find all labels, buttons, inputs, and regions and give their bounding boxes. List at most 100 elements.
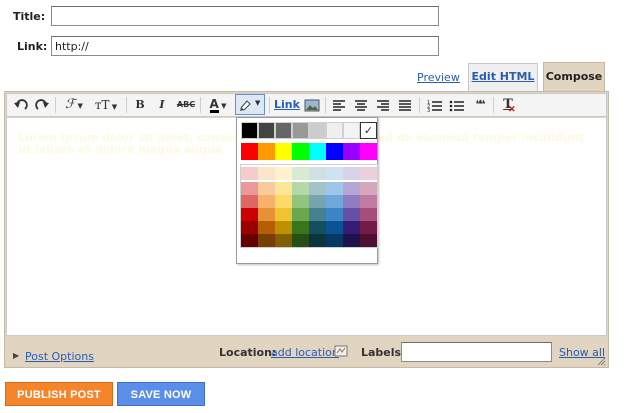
- color-swatch-gray[interactable]: [343, 122, 360, 139]
- toolbar-separator: [269, 97, 270, 113]
- remove-formatting-button[interactable]: T ✕: [499, 96, 517, 115]
- link-button[interactable]: Link: [274, 96, 300, 114]
- color-swatch[interactable]: [258, 167, 275, 180]
- color-swatch[interactable]: [360, 221, 377, 234]
- color-swatch[interactable]: [258, 208, 275, 221]
- italic-button[interactable]: I: [154, 96, 170, 114]
- text-color-button[interactable]: A ▼: [204, 96, 232, 114]
- color-swatch-bright[interactable]: [292, 143, 309, 160]
- color-swatch-gray[interactable]: [309, 122, 326, 139]
- color-swatch-bright[interactable]: [258, 143, 275, 160]
- color-swatch[interactable]: [309, 182, 326, 195]
- color-swatch[interactable]: [275, 195, 292, 208]
- color-swatch[interactable]: [292, 234, 309, 247]
- color-swatch[interactable]: [292, 195, 309, 208]
- color-swatch-bright[interactable]: [309, 143, 326, 160]
- color-swatch[interactable]: [275, 234, 292, 247]
- add-location-link[interactable]: add location: [271, 346, 339, 359]
- color-swatch[interactable]: [326, 208, 343, 221]
- undo-icon[interactable]: [13, 96, 29, 114]
- color-swatch[interactable]: [241, 195, 258, 208]
- svg-text:3: 3: [427, 108, 430, 114]
- color-swatch[interactable]: [241, 182, 258, 195]
- color-swatch[interactable]: [241, 221, 258, 234]
- save-now-button[interactable]: SAVE NOW: [117, 382, 205, 406]
- post-options-link[interactable]: Post Options: [25, 350, 94, 363]
- color-swatch[interactable]: [343, 221, 360, 234]
- color-swatch[interactable]: [258, 221, 275, 234]
- font-family-button[interactable]: ℱ ▼: [62, 96, 86, 114]
- color-swatch[interactable]: [275, 208, 292, 221]
- image-icon[interactable]: [304, 96, 320, 114]
- color-swatch[interactable]: [326, 234, 343, 247]
- align-right-icon[interactable]: [376, 96, 390, 114]
- color-swatch[interactable]: [292, 167, 309, 180]
- publish-post-button[interactable]: PUBLISH POST: [5, 382, 113, 406]
- color-swatch-bright[interactable]: [275, 143, 292, 160]
- strikethrough-button[interactable]: ABC: [175, 96, 197, 114]
- color-swatch[interactable]: [326, 195, 343, 208]
- align-left-icon[interactable]: [332, 96, 346, 114]
- blockquote-button[interactable]: ❝❝: [471, 96, 487, 114]
- color-swatch[interactable]: [258, 182, 275, 195]
- color-swatch[interactable]: [343, 234, 360, 247]
- tab-edit-html[interactable]: Edit HTML: [468, 63, 538, 91]
- color-swatch[interactable]: [292, 182, 309, 195]
- color-swatch[interactable]: [292, 221, 309, 234]
- font-size-button[interactable]: тT ▼: [91, 96, 121, 114]
- color-swatch[interactable]: [292, 208, 309, 221]
- color-swatch-gray[interactable]: [241, 122, 258, 139]
- resize-handle-icon[interactable]: [596, 356, 606, 366]
- bulleted-list-icon[interactable]: [449, 96, 465, 114]
- color-swatch[interactable]: [360, 195, 377, 208]
- color-swatch[interactable]: [343, 208, 360, 221]
- color-swatch[interactable]: [343, 195, 360, 208]
- color-swatch[interactable]: [309, 195, 326, 208]
- color-swatch-bright[interactable]: [360, 143, 377, 160]
- chevron-down-icon: ▼: [75, 102, 83, 110]
- color-swatch[interactable]: [360, 234, 377, 247]
- color-swatch[interactable]: [360, 208, 377, 221]
- color-swatch-bright[interactable]: [241, 143, 258, 160]
- color-swatch[interactable]: [343, 182, 360, 195]
- tab-preview[interactable]: Preview: [417, 71, 460, 84]
- redo-icon[interactable]: [34, 96, 50, 114]
- color-swatch-gray[interactable]: [292, 122, 309, 139]
- color-swatch-gray[interactable]: [258, 122, 275, 139]
- color-swatch[interactable]: [258, 195, 275, 208]
- color-swatch-bright[interactable]: [326, 143, 343, 160]
- color-swatch[interactable]: [241, 167, 258, 180]
- tab-compose[interactable]: Compose: [543, 62, 605, 91]
- color-swatch[interactable]: [275, 182, 292, 195]
- color-swatch[interactable]: [343, 167, 360, 180]
- align-justify-icon[interactable]: [398, 96, 412, 114]
- expand-arrow-icon[interactable]: ▶: [13, 351, 19, 360]
- color-swatch[interactable]: [275, 167, 292, 180]
- color-swatch[interactable]: [360, 167, 377, 180]
- color-swatch-gray[interactable]: [326, 122, 343, 139]
- title-input[interactable]: [51, 6, 439, 26]
- bold-button[interactable]: B: [132, 96, 148, 114]
- color-swatch-gray[interactable]: ✓: [360, 122, 377, 139]
- link-input[interactable]: [51, 36, 439, 56]
- labels-input[interactable]: [401, 342, 552, 362]
- color-swatch[interactable]: [309, 234, 326, 247]
- color-swatch[interactable]: [326, 167, 343, 180]
- align-center-icon[interactable]: [354, 96, 368, 114]
- color-swatch-bright[interactable]: [343, 143, 360, 160]
- color-swatch[interactable]: [309, 221, 326, 234]
- color-swatch[interactable]: [241, 234, 258, 247]
- color-swatch[interactable]: [326, 182, 343, 195]
- highlight-color-button[interactable]: ▼: [235, 94, 265, 115]
- numbered-list-icon[interactable]: 1 2 3: [427, 96, 443, 114]
- toolbar-separator: [200, 97, 201, 113]
- color-swatch[interactable]: [360, 182, 377, 195]
- map-icon[interactable]: [334, 344, 348, 358]
- color-swatch[interactable]: [309, 208, 326, 221]
- color-swatch[interactable]: [275, 221, 292, 234]
- color-swatch[interactable]: [241, 208, 258, 221]
- color-swatch[interactable]: [258, 234, 275, 247]
- color-swatch[interactable]: [309, 167, 326, 180]
- color-swatch[interactable]: [326, 221, 343, 234]
- color-swatch-gray[interactable]: [275, 122, 292, 139]
